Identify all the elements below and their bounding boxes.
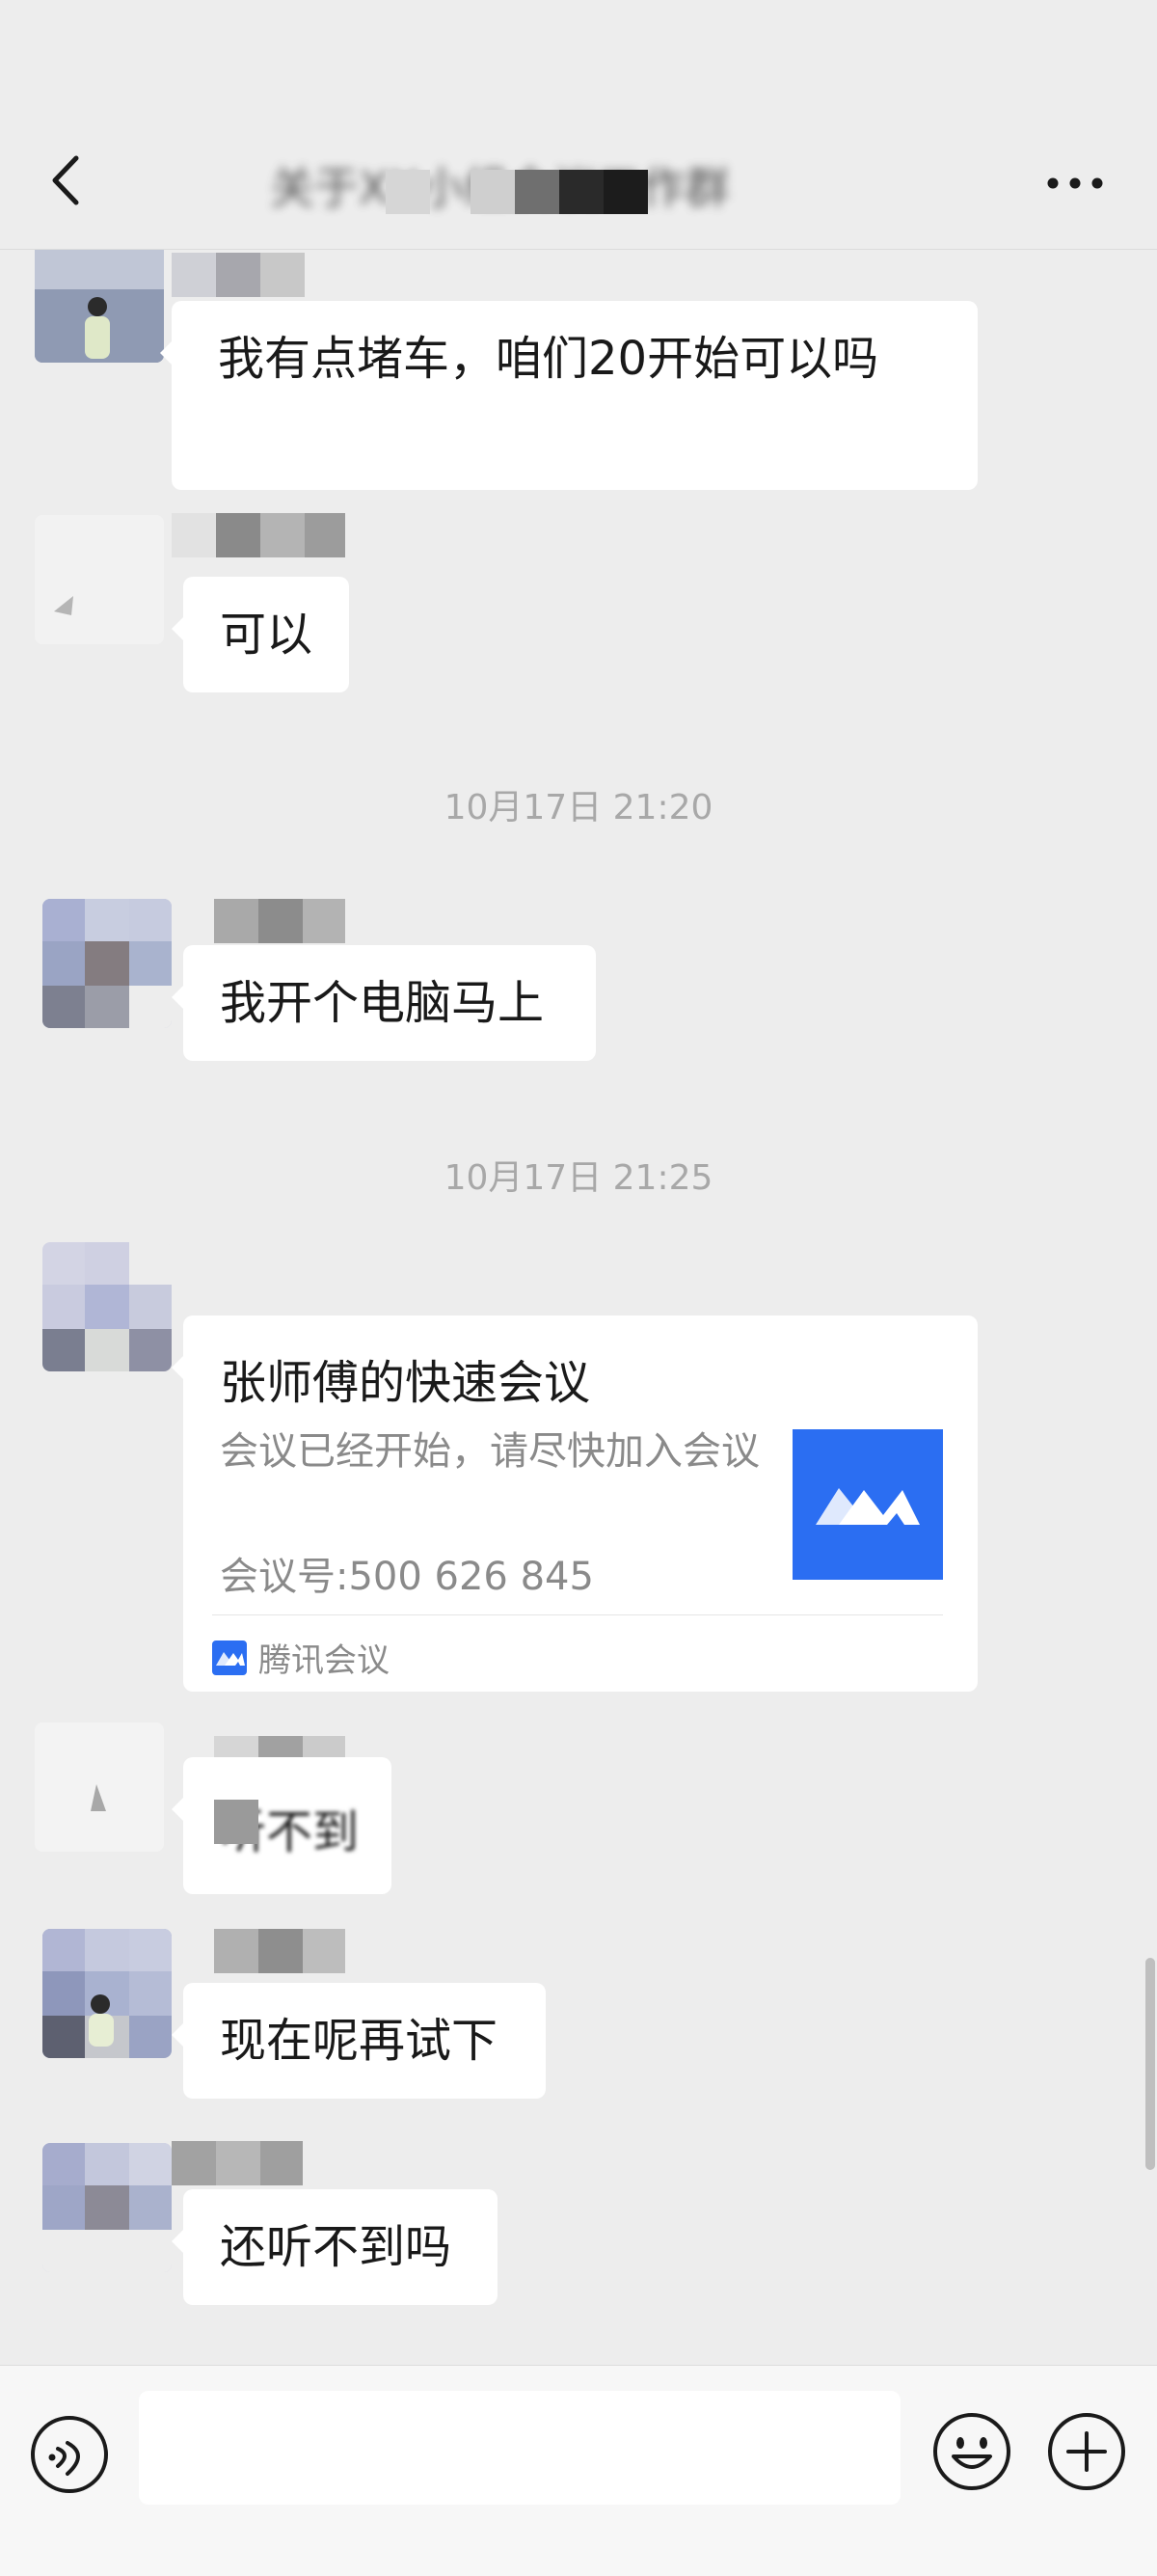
- tencent-meeting-logo-icon: [816, 1488, 920, 1525]
- chat-title: 关于XX小组会议工作群: [270, 154, 848, 222]
- meeting-card-source-label: 腾讯会议: [258, 1641, 390, 1680]
- message-text: 可以: [220, 608, 313, 662]
- avatar[interactable]: [35, 515, 164, 644]
- meeting-card-description: 会议已经开始，请尽快加入会议: [220, 1429, 760, 1474]
- voice-button[interactable]: [29, 2414, 110, 2495]
- avatar[interactable]: [35, 1722, 164, 1852]
- message-bubble[interactable]: 可以: [172, 577, 349, 692]
- avatar-image: [42, 899, 172, 1028]
- back-button[interactable]: [37, 145, 94, 216]
- more-icon: [1047, 177, 1103, 189]
- tencent-meeting-logo: [793, 1429, 943, 1580]
- card-divider: [212, 1614, 943, 1615]
- message-text: 还听不到吗: [220, 2220, 452, 2274]
- avatar[interactable]: [42, 1929, 172, 2058]
- meeting-card[interactable]: 张师傅的快速会议 会议已经开始，请尽快加入会议 会议号:500 626 845 …: [172, 1315, 978, 1692]
- avatar-image: [42, 1242, 172, 1371]
- nickname-mosaic: [172, 253, 345, 297]
- avatar[interactable]: [42, 899, 172, 1028]
- meeting-card-title: 张师傅的快速会议: [220, 1356, 591, 1410]
- more-button[interactable]: [1036, 154, 1114, 212]
- message-mosaic: [214, 1800, 258, 1844]
- emoji-button[interactable]: [930, 2410, 1013, 2493]
- message-bubble[interactable]: 我开个电脑马上: [172, 945, 596, 1061]
- avatar[interactable]: [42, 2143, 172, 2272]
- meeting-card-number: 会议号:500 626 845: [220, 1555, 594, 1599]
- plus-icon: [1048, 2413, 1125, 2490]
- message-bubble[interactable]: 听不到: [172, 1757, 391, 1894]
- nickname-mosaic: [214, 1929, 345, 1973]
- title-mosaic: [471, 170, 515, 214]
- title-mosaic: [559, 170, 604, 214]
- emoji-icon: [933, 2413, 1010, 2490]
- voice-icon: [31, 2416, 108, 2493]
- title-mosaic: [604, 170, 648, 214]
- title-mosaic: [515, 170, 559, 214]
- message-text: 现在呢再试下: [220, 2014, 498, 2068]
- avatar[interactable]: [42, 1242, 172, 1371]
- scrollbar-thumb[interactable]: [1145, 1958, 1155, 2170]
- plus-button[interactable]: [1045, 2410, 1128, 2493]
- avatar-image: [35, 515, 164, 644]
- timestamp: 10月17日 21:20: [444, 788, 713, 827]
- message-mosaic: [218, 397, 719, 455]
- message-bubble[interactable]: 我有点堵车，咱们20开始可以吗: [160, 301, 978, 490]
- tencent-meeting-icon: [212, 1640, 247, 1675]
- message-bubble[interactable]: 现在呢再试下: [172, 1983, 546, 2099]
- avatar-image: [35, 1722, 164, 1852]
- title-mosaic: [386, 170, 430, 214]
- chevron-left-icon: [52, 155, 79, 205]
- timestamp: 10月17日 21:25: [444, 1158, 713, 1198]
- message-text: 我有点堵车，咱们20开始可以吗: [218, 332, 879, 386]
- avatar-image: [42, 1929, 172, 2058]
- message-bubble[interactable]: 还听不到吗: [172, 2189, 498, 2305]
- avatar-image: [35, 231, 164, 363]
- nickname-mosaic: [172, 2141, 303, 2185]
- meeting-card-source[interactable]: 腾讯会议: [212, 1634, 390, 1681]
- input-bar: [0, 2365, 1157, 2576]
- nickname-mosaic: [214, 899, 345, 943]
- avatar[interactable]: [35, 231, 164, 363]
- chat-header: 关于XX小组会议工作群: [0, 0, 1157, 250]
- message-text: 我开个电脑马上: [220, 976, 545, 1030]
- nickname-mosaic: [172, 513, 345, 557]
- message-input[interactable]: [139, 2391, 901, 2505]
- avatar-image: [42, 2143, 172, 2272]
